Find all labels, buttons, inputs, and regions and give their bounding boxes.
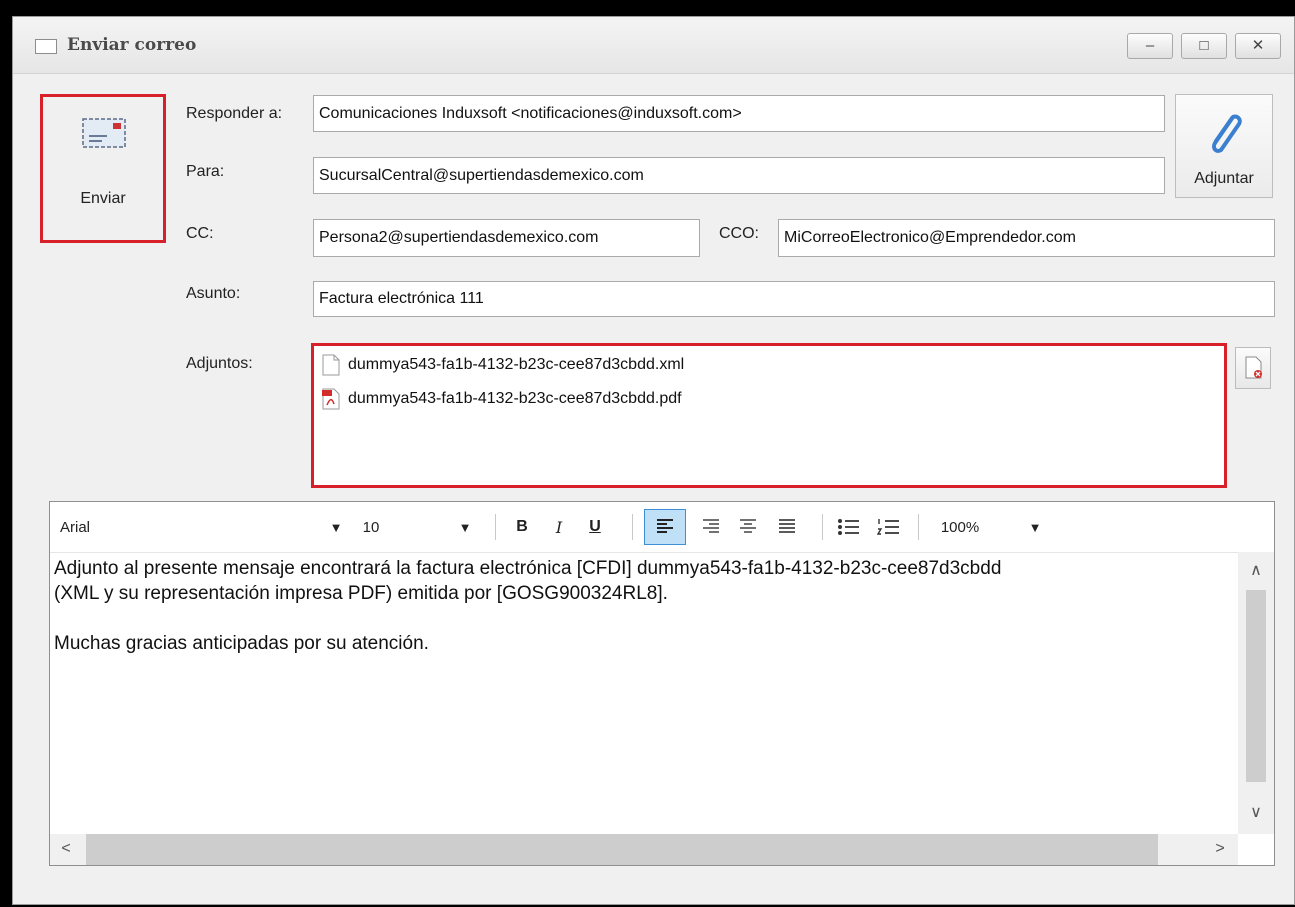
attachments-label: Adjuntos: bbox=[186, 355, 253, 372]
vertical-scroll-thumb[interactable] bbox=[1246, 590, 1266, 782]
justify-icon bbox=[779, 519, 795, 533]
body-line: Muchas gracias anticipadas por su atenci… bbox=[54, 633, 429, 654]
paperclip-icon bbox=[1211, 114, 1242, 153]
align-right-button[interactable] bbox=[698, 514, 724, 540]
reply-to-field[interactable]: Comunicaciones Induxsoft <notificaciones… bbox=[313, 95, 1165, 132]
reply-to-label: Responder a: bbox=[186, 105, 283, 122]
message-body[interactable]: Adjunto al presente mensaje encontrará l… bbox=[54, 556, 1234, 656]
title-bar: Enviar correo – □ ✕ bbox=[13, 17, 1294, 74]
font-size-dropdown-icon[interactable]: ▼ bbox=[455, 514, 475, 540]
underline-button[interactable]: U bbox=[582, 514, 608, 540]
cc-field[interactable]: Persona2@supertiendasdemexico.com bbox=[313, 219, 700, 257]
toolbar-separator bbox=[495, 514, 496, 540]
align-left-button[interactable] bbox=[644, 509, 686, 545]
font-size-select[interactable]: 10 bbox=[358, 514, 384, 540]
editor-toolbar: Arial ▼ 10 ▼ B I U 100% ▼ bbox=[50, 502, 1274, 553]
remove-attachment-button[interactable] bbox=[1235, 347, 1271, 389]
bold-button[interactable]: B bbox=[509, 514, 535, 540]
to-field[interactable]: SucursalCentral@supertiendasdemexico.com bbox=[313, 157, 1165, 194]
maximize-button[interactable]: □ bbox=[1181, 33, 1227, 59]
horizontal-scroll-thumb[interactable] bbox=[86, 834, 1158, 865]
attachments-highlight bbox=[311, 343, 1227, 488]
bullet-list-icon bbox=[838, 519, 859, 535]
justify-button[interactable] bbox=[774, 514, 800, 540]
to-label: Para: bbox=[186, 163, 225, 180]
attach-label: Adjuntar bbox=[1194, 170, 1254, 187]
bcc-field[interactable]: MiCorreoElectronico@Emprendedor.com bbox=[778, 219, 1275, 257]
minimize-button[interactable]: – bbox=[1127, 33, 1173, 59]
vertical-scrollbar[interactable]: ∧ ∨ bbox=[1238, 552, 1274, 834]
numbered-list-button[interactable] bbox=[874, 514, 904, 540]
align-right-icon bbox=[703, 519, 719, 533]
zoom-select[interactable]: 100% bbox=[930, 514, 990, 540]
subject-field[interactable]: Factura electrónica 111 bbox=[313, 281, 1275, 317]
scroll-right-icon[interactable]: > bbox=[1210, 840, 1230, 858]
align-left-icon bbox=[657, 519, 673, 533]
remove-file-icon bbox=[1245, 356, 1262, 379]
scroll-left-icon[interactable]: < bbox=[56, 840, 76, 858]
subject-label: Asunto: bbox=[186, 285, 241, 302]
toolbar-separator bbox=[632, 514, 633, 540]
body-line: (XML y su representación impresa PDF) em… bbox=[54, 583, 668, 604]
numbered-list-icon bbox=[877, 519, 899, 535]
message-editor: Arial ▼ 10 ▼ B I U 100% ▼ Adjunto al pre… bbox=[49, 501, 1275, 866]
scroll-down-icon[interactable]: ∨ bbox=[1246, 802, 1266, 822]
scroll-up-icon[interactable]: ∧ bbox=[1246, 560, 1266, 580]
cc-label: CC: bbox=[186, 225, 214, 242]
zoom-dropdown-icon[interactable]: ▼ bbox=[1025, 514, 1045, 540]
close-button[interactable]: ✕ bbox=[1235, 33, 1281, 59]
align-center-icon bbox=[740, 519, 756, 533]
align-center-button[interactable] bbox=[735, 514, 761, 540]
toolbar-separator bbox=[822, 514, 823, 540]
attach-button[interactable]: Adjuntar bbox=[1175, 94, 1273, 198]
send-mail-window: Enviar correo – □ ✕ Enviar Responder a: … bbox=[12, 16, 1295, 905]
bullet-list-button[interactable] bbox=[834, 514, 864, 540]
horizontal-scrollbar[interactable]: < > bbox=[50, 834, 1238, 865]
mail-window-icon bbox=[35, 39, 57, 54]
font-family-dropdown-icon[interactable]: ▼ bbox=[326, 514, 346, 540]
send-highlight bbox=[40, 94, 166, 243]
italic-button[interactable]: I bbox=[546, 514, 572, 540]
body-line bbox=[54, 606, 1234, 631]
window-title: Enviar correo bbox=[67, 35, 197, 55]
toolbar-separator bbox=[918, 514, 919, 540]
bcc-label: CCO: bbox=[719, 225, 759, 242]
body-line: Adjunto al presente mensaje encontrará l… bbox=[54, 558, 1002, 579]
font-family-select[interactable]: Arial bbox=[60, 514, 260, 540]
